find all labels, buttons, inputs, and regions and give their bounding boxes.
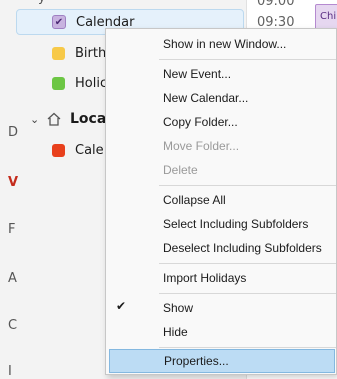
calendar-item-cale[interactable]: Cale <box>16 137 104 163</box>
menu-item-properties[interactable]: Properties... <box>109 349 335 373</box>
partial-text: y <box>38 0 46 5</box>
menu-separator <box>159 263 336 264</box>
color-swatch-icon <box>52 76 65 90</box>
calendar-item-birthdays[interactable]: Birth <box>16 40 106 66</box>
menu-item-hide[interactable]: Hide <box>106 320 336 344</box>
strip-letter: V <box>8 175 19 190</box>
menu-item-move-folder: Move Folder... <box>163 139 240 153</box>
menu-item-new-calendar[interactable]: New Calendar... <box>106 86 336 110</box>
time-label: 09:00 <box>257 0 295 9</box>
chevron-down-icon[interactable]: ⌄ <box>30 113 39 126</box>
color-swatch-icon <box>52 143 65 157</box>
menu-separator <box>159 59 336 60</box>
calendar-item-label: Holic <box>75 75 108 91</box>
context-menu: Show in new Window... New Event... New C… <box>105 28 337 375</box>
menu-item-copy-folder[interactable]: Copy Folder... <box>106 110 336 134</box>
strip-letter: C <box>8 318 18 333</box>
menu-separator <box>159 185 336 186</box>
menu-item-import-holidays[interactable]: Import Holidays <box>106 266 336 290</box>
home-icon <box>47 112 61 126</box>
calendar-item-label: Birth <box>75 45 107 61</box>
strip-letter: A <box>8 271 17 286</box>
calendar-item-label: Cale <box>75 142 104 158</box>
strip-letter: F <box>8 222 16 237</box>
menu-item-deselect-including-subfolders[interactable]: Deselect Including Subfolders <box>106 236 336 260</box>
calendar-item-holidays[interactable]: Holic <box>16 70 107 96</box>
menu-item-select-including-subfolders[interactable]: Select Including Subfolders <box>106 212 336 236</box>
menu-item-new-event[interactable]: New Event... <box>106 62 336 86</box>
check-icon[interactable]: ✔ <box>52 15 66 29</box>
menu-item-show[interactable]: Show <box>106 296 336 320</box>
menu-item-show-in-new-window[interactable]: Show in new Window... <box>106 32 336 56</box>
menu-item-delete: Delete <box>163 163 198 177</box>
event-title: Chi <box>320 11 337 22</box>
strip-letter: D <box>8 125 19 140</box>
strip-letter: I <box>8 364 12 379</box>
color-swatch-icon <box>52 46 65 60</box>
menu-item-collapse-all[interactable]: Collapse All <box>106 188 336 212</box>
menu-separator <box>159 293 336 294</box>
menu-separator <box>159 347 336 348</box>
